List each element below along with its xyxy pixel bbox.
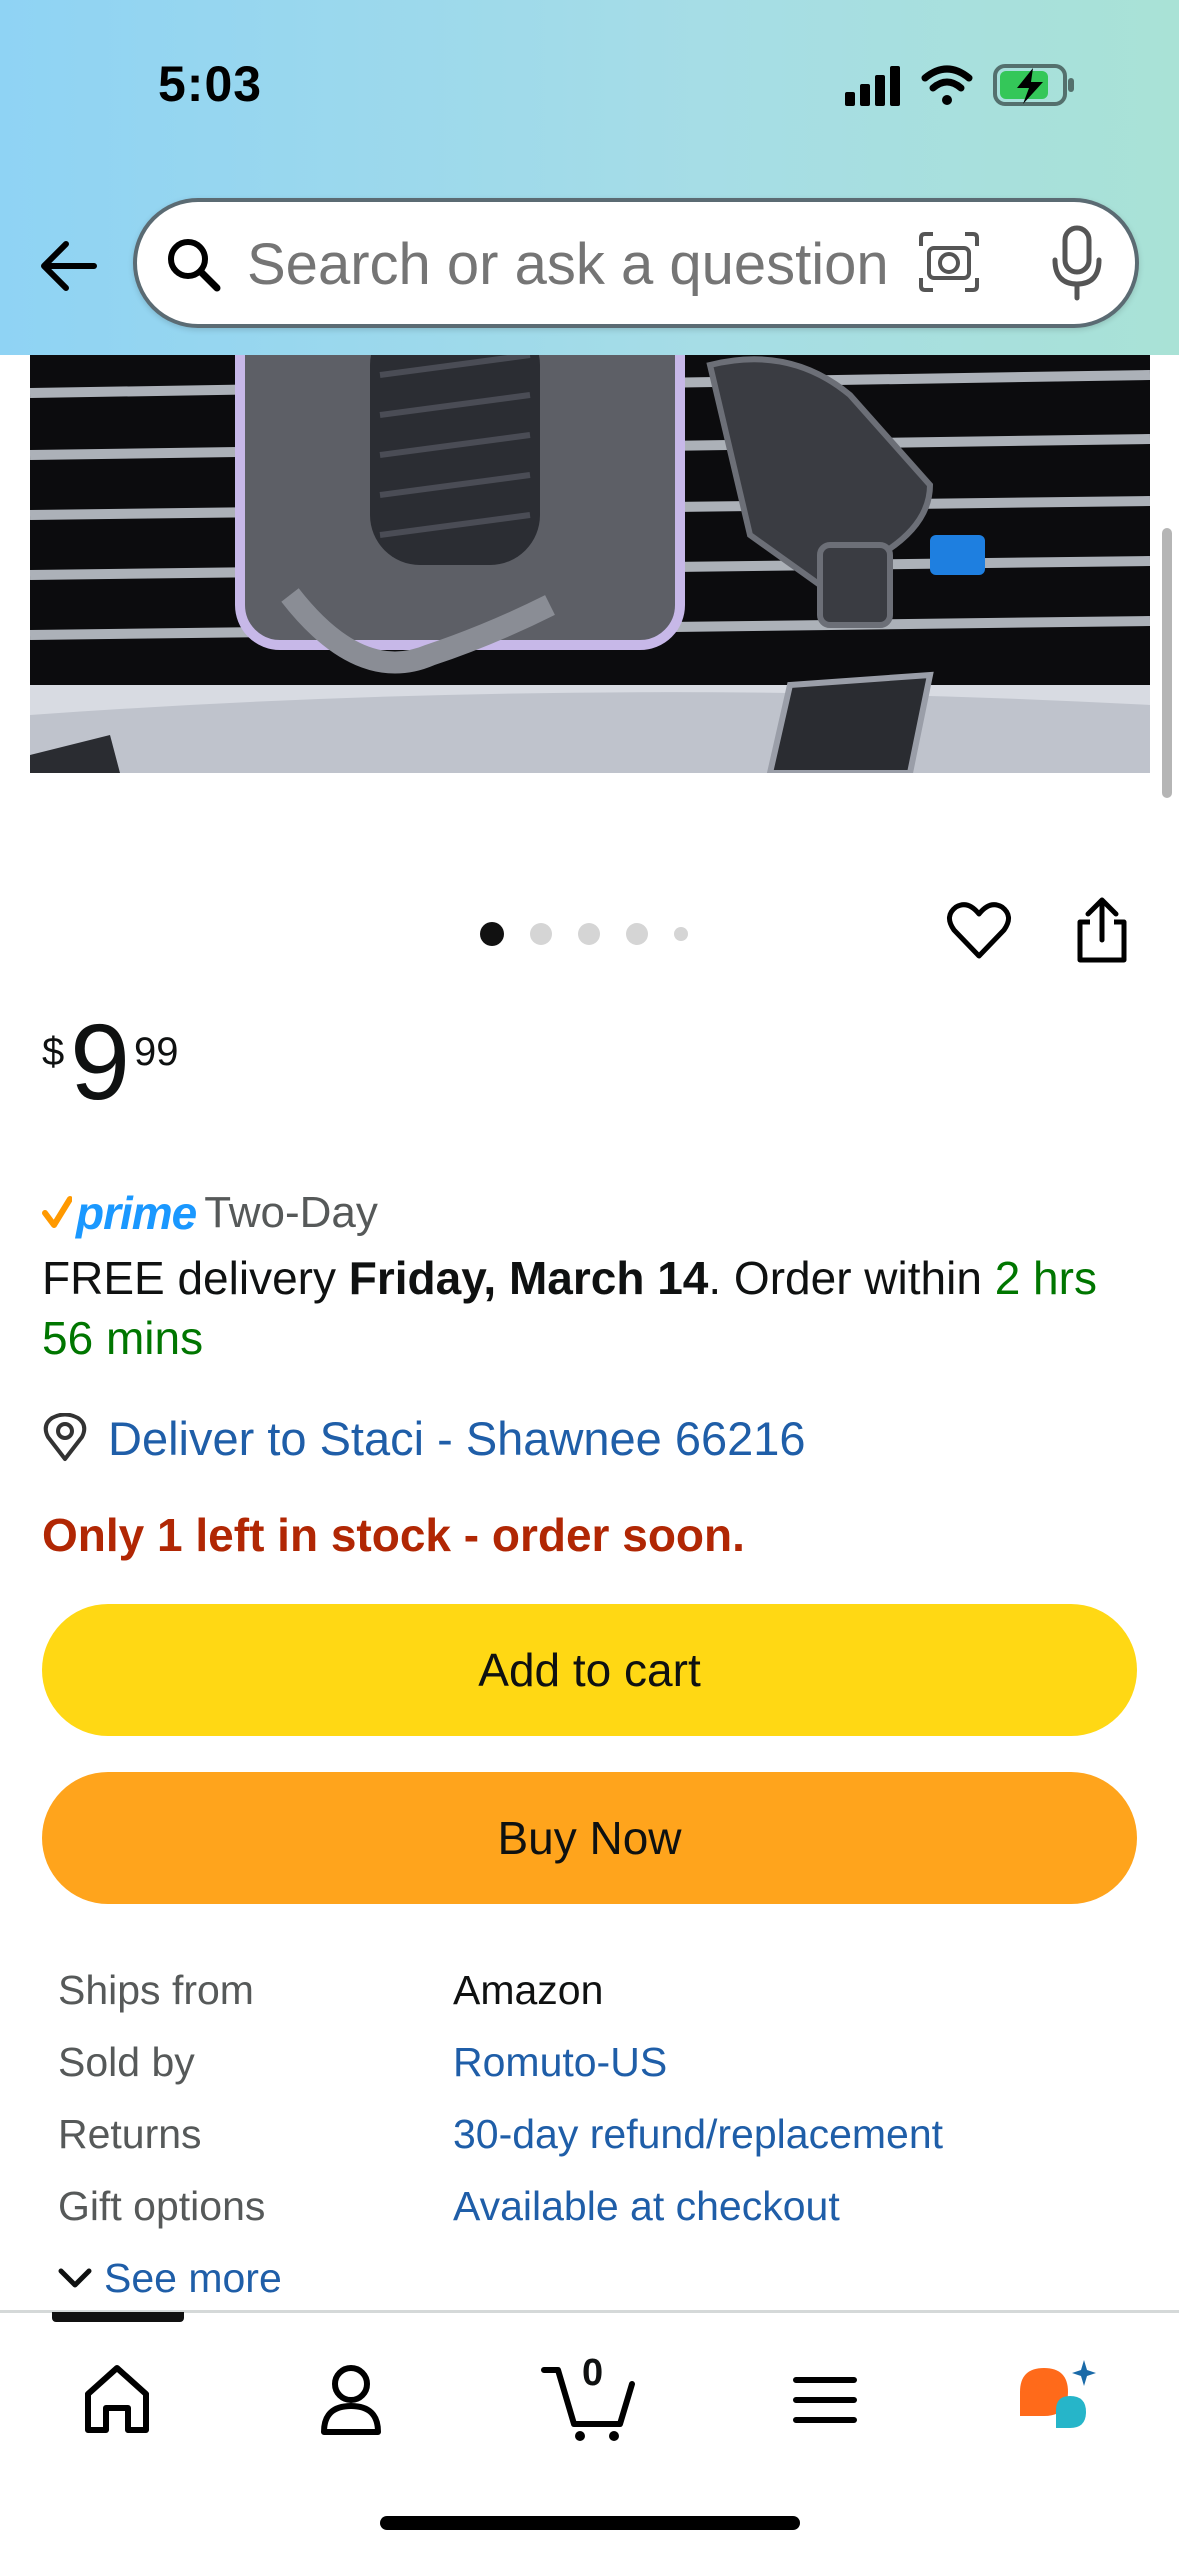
see-more-link[interactable]: See more <box>56 2250 282 2306</box>
scroll-indicator <box>1162 528 1172 798</box>
prime-check-icon <box>42 1196 72 1228</box>
account-icon[interactable] <box>306 2354 396 2444</box>
delivery-message: FREE delivery Friday, March 14. Order wi… <box>42 1248 1142 1368</box>
price-symbol: $ <box>42 1030 65 1074</box>
home-indicator[interactable] <box>380 2516 800 2530</box>
prime-badge: prime Two-Day <box>42 1182 378 1244</box>
cart-count: 0 <box>582 2352 604 2394</box>
price-fraction: 99 <box>134 1030 179 1074</box>
detail-row-gift-options: Gift options Available at checkout <box>58 2170 1148 2242</box>
gift-options-link[interactable]: Available at checkout <box>453 2183 840 2230</box>
status-icons <box>845 64 1074 106</box>
delivery-prefix: FREE delivery <box>42 1252 349 1304</box>
carousel-dot[interactable] <box>578 923 600 945</box>
carousel-dot[interactable] <box>626 923 648 945</box>
search-bar[interactable] <box>133 198 1139 328</box>
seller-link[interactable]: Romuto-US <box>453 2039 667 2086</box>
detail-label: Sold by <box>58 2038 195 2085</box>
chevron-down-icon <box>58 2268 92 2288</box>
delivery-middle: . Order within <box>708 1252 995 1304</box>
wifi-icon <box>921 65 973 105</box>
prime-type: Two-Day <box>204 1188 378 1237</box>
detail-row-ships-from: Ships from Amazon <box>58 1954 1148 2026</box>
product-image[interactable] <box>30 355 1150 773</box>
home-icon[interactable] <box>72 2354 162 2444</box>
heart-icon[interactable] <box>946 898 1012 964</box>
rufus-assistant-icon[interactable] <box>1014 2354 1104 2444</box>
share-icon[interactable] <box>1070 894 1134 966</box>
active-tab-indicator <box>52 2312 184 2322</box>
deliver-to-link[interactable]: Deliver to Staci - Shawnee 66216 <box>42 1408 806 1468</box>
signal-icon <box>845 66 900 106</box>
carousel-dot[interactable] <box>674 927 688 941</box>
menu-icon[interactable] <box>780 2354 870 2444</box>
app-header: 5:03 <box>0 0 1179 355</box>
image-carousel-dots[interactable] <box>480 922 688 946</box>
cart-nav[interactable]: 0 <box>540 2352 640 2444</box>
stock-warning: Only 1 left in stock - order soon. <box>42 1509 745 1561</box>
search-icon <box>168 239 221 292</box>
carousel-dot-active[interactable] <box>480 922 504 946</box>
add-to-cart-button[interactable]: Add to cart <box>42 1604 1137 1736</box>
offer-details: Ships from Amazon Sold by Romuto-US Retu… <box>58 1954 1148 2242</box>
price-whole: 9 <box>70 1001 131 1122</box>
detail-label: Gift options <box>58 2182 266 2229</box>
prime-label: prime <box>76 1187 197 1239</box>
detail-label: Returns <box>58 2110 202 2157</box>
microphone-icon[interactable] <box>1045 224 1109 304</box>
detail-value: Amazon <box>453 1966 604 2013</box>
search-input[interactable] <box>247 226 947 302</box>
back-arrow-icon[interactable] <box>34 232 102 300</box>
detail-row-sold-by: Sold by Romuto-US <box>58 2026 1148 2098</box>
detail-label: Ships from <box>58 1966 254 2013</box>
status-time: 5:03 <box>158 56 263 112</box>
delivery-date: Friday, March 14 <box>348 1252 709 1304</box>
deliver-to-text[interactable]: Deliver to Staci - Shawnee 66216 <box>108 1411 806 1466</box>
battery-charging-icon <box>993 64 1074 106</box>
detail-row-returns: Returns 30-day refund/replacement <box>58 2098 1148 2170</box>
camera-scan-icon[interactable] <box>917 230 981 294</box>
see-more-label[interactable]: See more <box>104 2255 282 2302</box>
returns-link[interactable]: 30-day refund/replacement <box>453 2111 943 2158</box>
buy-now-button[interactable]: Buy Now <box>42 1772 1137 1904</box>
location-pin-icon <box>43 1413 87 1461</box>
carousel-dot[interactable] <box>530 923 552 945</box>
